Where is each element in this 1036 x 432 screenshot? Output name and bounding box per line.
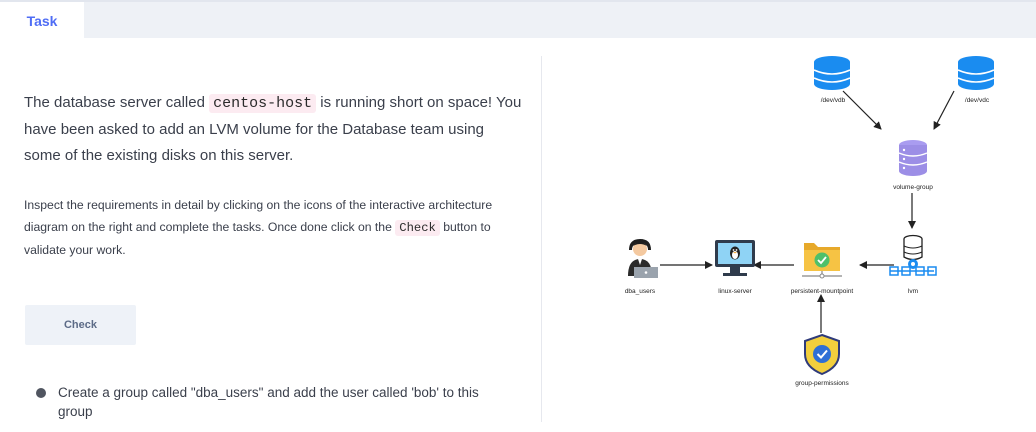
- connector-vdb-to-vg: [842, 90, 882, 130]
- architecture-diagram: /dev/vdb /dev/vdc volume-group lvm persi…: [542, 38, 1036, 432]
- lvm-icon: [889, 234, 937, 276]
- node-persistent-mountpoint[interactable]: persistent-mountpoint: [791, 243, 854, 295]
- user-icon: [628, 239, 658, 278]
- task-list-item: Create a group called "dba_users" and ad…: [36, 383, 516, 421]
- folder-check-icon: [802, 243, 842, 279]
- task-text: Create a group called "dba_users" and ad…: [58, 385, 479, 419]
- label-dba-users: dba_users: [625, 288, 656, 295]
- architecture-diagram-svg: /dev/vdb /dev/vdc volume-group lvm persi…: [625, 56, 995, 387]
- label-volume-group: volume-group: [893, 184, 933, 191]
- task-description-panel: The database server called centos-host i…: [0, 38, 540, 432]
- shield-check-icon: [804, 333, 840, 376]
- database-icon: [957, 56, 995, 90]
- node-dev-vdb[interactable]: /dev/vdb: [813, 56, 851, 104]
- intro-part-1: The database server called: [24, 94, 210, 111]
- connector-vdc-to-vg: [933, 90, 955, 130]
- node-lvm[interactable]: lvm: [889, 234, 937, 296]
- label-linux-server: linux-server: [718, 288, 752, 295]
- database-icon: [813, 56, 851, 90]
- task-status-bullet: [36, 388, 46, 398]
- instructions-text: Inspect the requirements in detail by cl…: [24, 194, 524, 261]
- label-dev-vdc: /dev/vdc: [965, 97, 990, 104]
- node-volume-group[interactable]: volume-group: [893, 140, 933, 191]
- node-dba-users[interactable]: dba_users: [625, 239, 658, 295]
- label-lvm: lvm: [908, 288, 918, 295]
- main-panel: The database server called centos-host i…: [0, 38, 1036, 432]
- label-group-permissions: group-permissions: [795, 380, 849, 387]
- check-button[interactable]: Check: [25, 305, 136, 345]
- volume-group-icon: [898, 140, 928, 176]
- tab-bar: Task: [0, 0, 1036, 40]
- server-code: centos-host: [209, 94, 317, 113]
- tab-task[interactable]: Task: [0, 2, 84, 40]
- label-persistent-mountpoint: persistent-mountpoint: [791, 288, 854, 295]
- diagram-connectors: [660, 90, 955, 333]
- node-linux-server[interactable]: linux-server: [715, 240, 755, 295]
- label-dev-vdb: /dev/vdb: [821, 97, 846, 104]
- check-code: Check: [395, 220, 440, 236]
- node-group-permissions[interactable]: group-permissions: [795, 333, 849, 387]
- node-dev-vdc[interactable]: /dev/vdc: [957, 56, 995, 104]
- linux-monitor-icon: [715, 240, 755, 276]
- intro-text: The database server called centos-host i…: [24, 90, 524, 169]
